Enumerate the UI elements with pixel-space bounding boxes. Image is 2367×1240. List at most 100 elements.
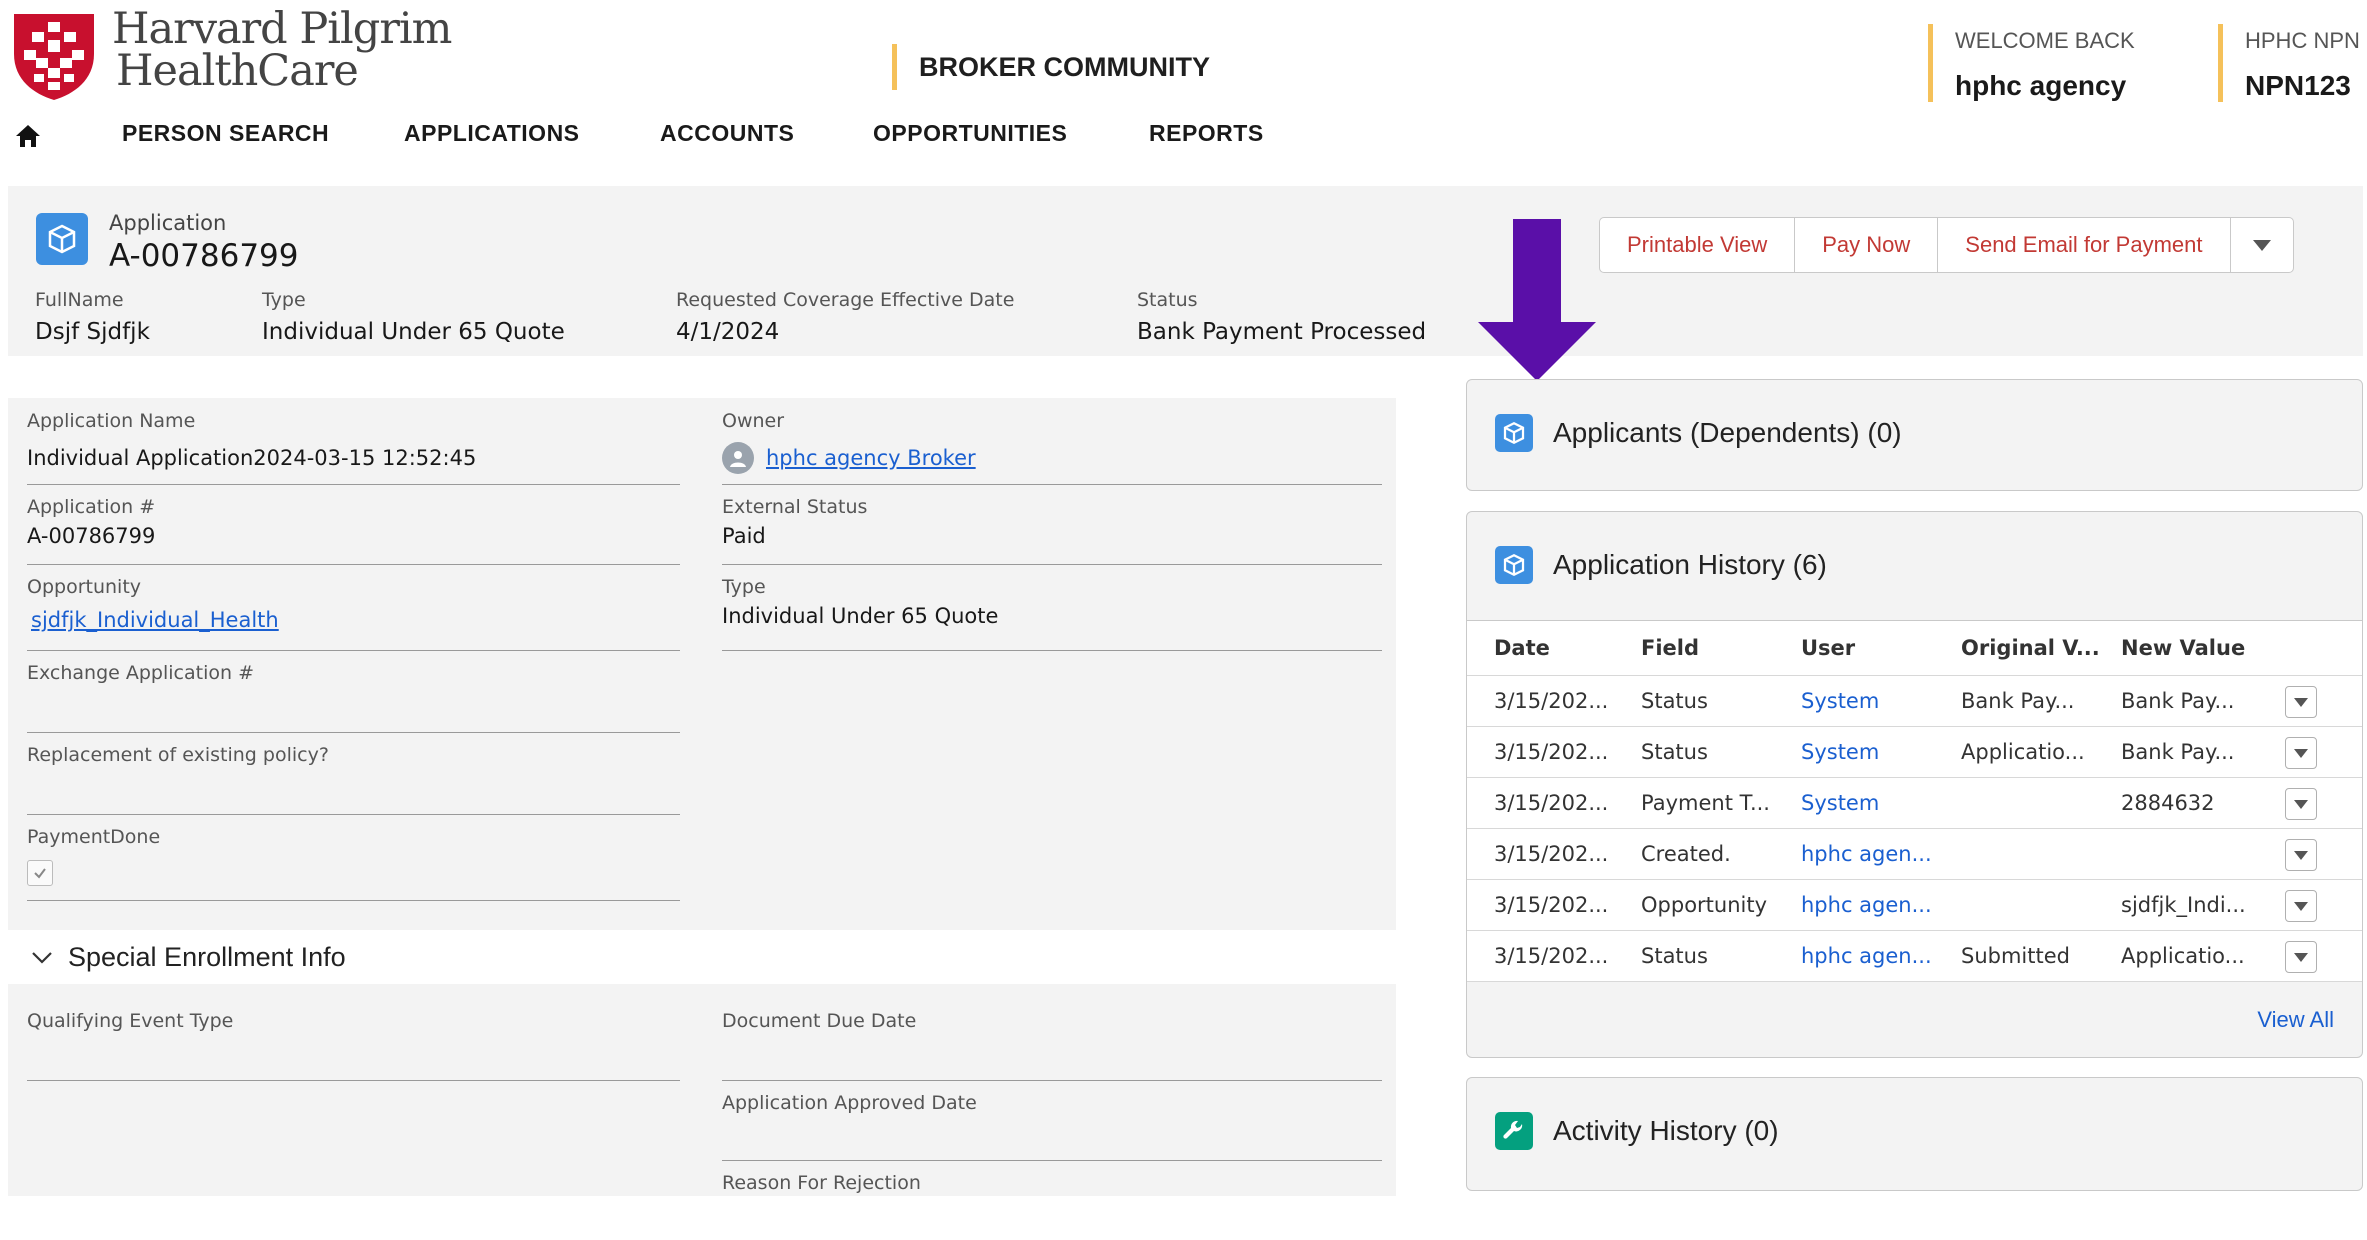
- card-header: Applicants (Dependents) (0): [1495, 414, 1902, 452]
- field-value: Dsjf Sjdfjk: [35, 319, 150, 345]
- cell-user-link[interactable]: hphc agen...: [1801, 880, 1932, 930]
- table-row: 3/15/202... Status System Bank Pay... Ba…: [1467, 676, 2362, 727]
- column-header-user[interactable]: User: [1801, 621, 1855, 675]
- table-header-row: Date Field User Original V... New Value: [1467, 621, 2362, 676]
- record-object-type: Application: [109, 211, 227, 235]
- cell-date: 3/15/202...: [1494, 944, 1609, 968]
- applicants-card: Applicants (Dependents) (0): [1466, 379, 2363, 491]
- cell-field: Payment T...: [1641, 791, 1770, 815]
- field-label: Application Name: [27, 410, 196, 432]
- row-actions-button[interactable]: [2285, 686, 2317, 718]
- header-field-type: Type Individual Under 65 Quote: [262, 289, 565, 345]
- cell-user-link[interactable]: System: [1801, 727, 1879, 777]
- table-row: 3/15/202... Payment T... System 2884632: [1467, 778, 2362, 829]
- cell-field: Opportunity: [1641, 893, 1768, 917]
- chevron-down-icon: [2294, 850, 2308, 860]
- harvard-pilgrim-logo[interactable]: [8, 10, 100, 102]
- checkmark-icon: [34, 868, 46, 879]
- field-external-status: External Status Paid: [722, 484, 1382, 565]
- pay-now-button[interactable]: Pay Now: [1795, 218, 1939, 272]
- field-label: External Status: [722, 496, 868, 518]
- view-all-link[interactable]: View All: [2257, 1007, 2334, 1033]
- row-actions-button[interactable]: [2285, 788, 2317, 820]
- table-row: 3/15/202... Created. hphc agen...: [1467, 829, 2362, 880]
- send-email-for-payment-button[interactable]: Send Email for Payment: [1938, 218, 2231, 272]
- cell-new-value: 2884632: [2121, 791, 2215, 815]
- field-reason-for-rejection: Reason For Rejection: [722, 1160, 1382, 1240]
- nav-accounts[interactable]: ACCOUNTS: [660, 120, 794, 147]
- chevron-down-icon: [2294, 901, 2308, 911]
- printable-view-button[interactable]: Printable View: [1600, 218, 1796, 272]
- field-application-approved-date: Application Approved Date: [722, 1080, 1382, 1161]
- field-label: Document Due Date: [722, 1010, 917, 1032]
- chevron-down-icon: [2294, 952, 2308, 962]
- field-replacement-of-existing-policy: Replacement of existing policy?: [27, 732, 680, 815]
- activity-history-card-title[interactable]: Activity History (0): [1553, 1115, 1779, 1147]
- row-actions-button[interactable]: [2285, 839, 2317, 871]
- cube-icon: [1495, 546, 1533, 584]
- cell-original-value: Bank Pay...: [1961, 689, 2075, 713]
- field-label: PaymentDone: [27, 826, 161, 848]
- field-opportunity: Opportunity sjdfjk_Individual_Health: [27, 564, 680, 651]
- cell-new-value: sjdfjk_Indi...: [2121, 893, 2246, 917]
- section-title: Special Enrollment Info: [68, 941, 346, 972]
- card-header: Application History (6): [1495, 546, 1827, 584]
- special-enrollment-section-toggle[interactable]: Special Enrollment Info: [8, 930, 1396, 984]
- cube-icon: [36, 213, 88, 265]
- table-row: 3/15/202... Opportunity hphc agen... sjd…: [1467, 880, 2362, 931]
- column-header-new-value[interactable]: New Value: [2121, 621, 2245, 675]
- application-history-card-title[interactable]: Application History (6): [1553, 549, 1827, 581]
- nav-applications[interactable]: APPLICATIONS: [404, 120, 580, 147]
- field-label: Application #: [27, 496, 156, 518]
- cell-user-link[interactable]: hphc agen...: [1801, 829, 1932, 879]
- welcome-block: WELCOME BACK hphc agency: [1928, 24, 2135, 102]
- cell-field: Status: [1641, 740, 1708, 764]
- field-application-name: Application Name Individual Application2…: [27, 398, 680, 485]
- table-row: 3/15/202... Status hphc agen... Submitte…: [1467, 931, 2362, 982]
- nav-reports[interactable]: REPORTS: [1149, 120, 1264, 147]
- cell-user-link[interactable]: System: [1801, 676, 1879, 726]
- field-label: Opportunity: [27, 576, 142, 598]
- field-label: Owner: [722, 410, 785, 432]
- more-actions-button[interactable]: [2231, 218, 2293, 272]
- cell-new-value: Applicatio...: [2121, 944, 2245, 968]
- owner-link[interactable]: hphc agency Broker: [766, 446, 976, 470]
- applicants-card-title[interactable]: Applicants (Dependents) (0): [1553, 417, 1902, 449]
- cell-field: Created.: [1641, 842, 1731, 866]
- column-header-date[interactable]: Date: [1494, 621, 1550, 675]
- cell-original-value: Submitted: [1961, 944, 2070, 968]
- application-details-panel: Application Name Individual Application2…: [8, 398, 1396, 1196]
- record-id: A-00786799: [109, 238, 299, 274]
- home-icon[interactable]: [14, 122, 42, 150]
- owner-value: hphc agency Broker: [722, 442, 976, 474]
- chevron-down-icon: [2252, 239, 2271, 251]
- nav-opportunities[interactable]: OPPORTUNITIES: [873, 120, 1067, 147]
- cell-user-link[interactable]: hphc agen...: [1801, 931, 1932, 981]
- field-value: Paid: [722, 524, 766, 548]
- welcome-label: WELCOME BACK: [1955, 28, 2135, 53]
- brand-wordmark[interactable]: Harvard Pilgrim HealthCare: [112, 8, 452, 93]
- field-document-due-date: Document Due Date: [722, 998, 1382, 1081]
- row-actions-button[interactable]: [2285, 737, 2317, 769]
- cell-new-value: Bank Pay...: [2121, 740, 2235, 764]
- payment-done-checkbox: [27, 860, 53, 886]
- row-actions-button[interactable]: [2285, 890, 2317, 922]
- column-header-original-value[interactable]: Original V...: [1961, 621, 2100, 675]
- cell-new-value: Bank Pay...: [2121, 689, 2235, 713]
- nav-person-search[interactable]: PERSON SEARCH: [122, 120, 329, 147]
- field-label: Replacement of existing policy?: [27, 744, 329, 766]
- field-value: Individual Under 65 Quote: [262, 319, 565, 345]
- cell-original-value: Applicatio...: [1961, 740, 2085, 764]
- column-header-field[interactable]: Field: [1641, 621, 1699, 675]
- chevron-down-icon: [2294, 748, 2308, 758]
- cell-date: 3/15/202...: [1494, 842, 1609, 866]
- main-nav: PERSON SEARCH APPLICATIONS ACCOUNTS OPPO…: [0, 116, 2367, 162]
- field-label: Type: [262, 289, 306, 311]
- opportunity-link[interactable]: sjdfjk_Individual_Health: [31, 608, 279, 632]
- npn-block: HPHC NPN NPN123: [2218, 24, 2360, 102]
- row-actions-button[interactable]: [2285, 941, 2317, 973]
- cell-user-link[interactable]: System: [1801, 778, 1879, 828]
- community-label: BROKER COMMUNITY: [919, 51, 1210, 82]
- cell-date: 3/15/202...: [1494, 893, 1609, 917]
- field-label: Status: [1137, 289, 1198, 311]
